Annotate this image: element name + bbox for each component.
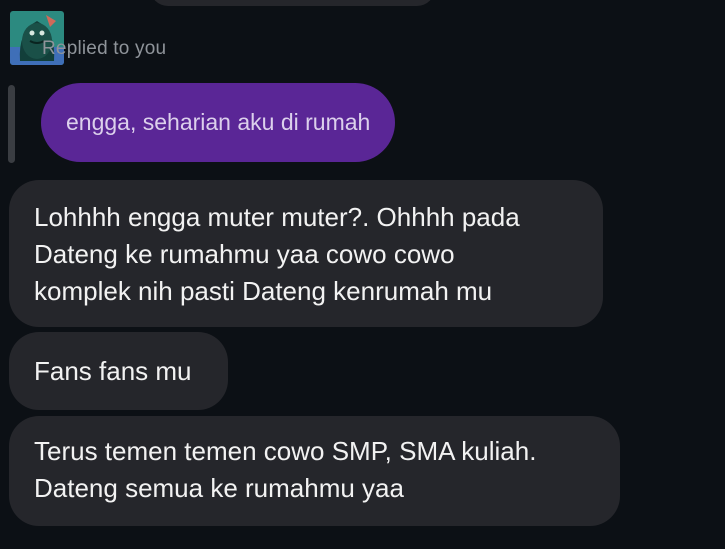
replied-to-you-label: Replied to you bbox=[42, 38, 167, 59]
message-bubble-1[interactable]: Lohhhh engga muter muter?. Ohhhh pada Da… bbox=[9, 180, 603, 327]
message-bubble-2[interactable]: Fans fans mu bbox=[9, 332, 228, 410]
quoted-message-bubble[interactable]: engga, seharian aku di rumah bbox=[41, 83, 396, 162]
reply-indicator-line bbox=[8, 85, 15, 163]
message-bubble-3[interactable]: Terus temen temen cowo SMP, SMA kuliah. … bbox=[9, 416, 620, 526]
previous-message-bubble bbox=[150, 0, 435, 6]
